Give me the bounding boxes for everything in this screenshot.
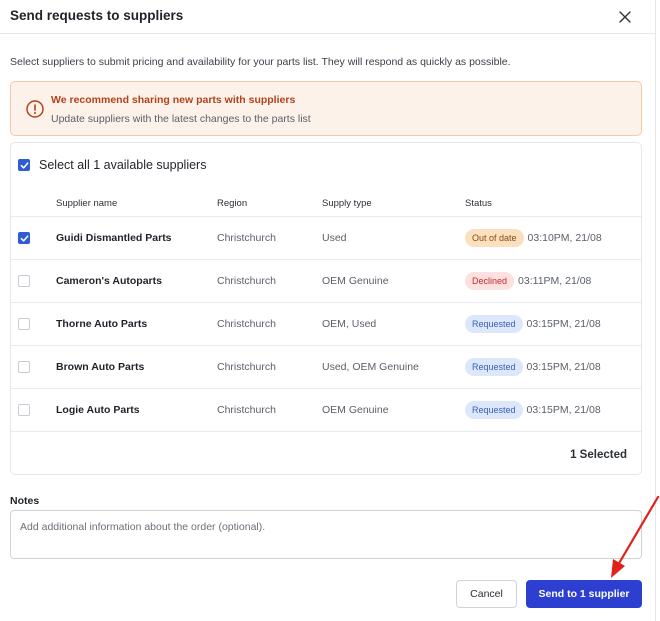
send-requests-modal: Send requests to suppliers Select suppli… (0, 0, 656, 621)
status-badge: Requested (465, 358, 523, 376)
supplier-supply-type: OEM Genuine (322, 275, 389, 287)
row-checkbox (18, 275, 30, 287)
modal-header: Send requests to suppliers (0, 0, 655, 34)
status-time: 03:10PM, 21/08 (527, 232, 602, 244)
status-time: 03:15PM, 21/08 (526, 318, 601, 330)
intro-text: Select suppliers to submit pricing and a… (10, 56, 511, 68)
supplier-status: Declined 03:11PM, 21/08 (465, 272, 591, 290)
row-checkbox (18, 361, 30, 373)
table-footer: 1 Selected (11, 431, 641, 474)
supplier-name: Logie Auto Parts (56, 404, 140, 416)
supplier-status: Requested 03:15PM, 21/08 (465, 401, 601, 419)
supplier-region: Christchurch (217, 275, 276, 287)
supplier-name: Guidi Dismantled Parts (56, 232, 172, 244)
row-checkbox[interactable] (18, 232, 30, 244)
status-time: 03:15PM, 21/08 (526, 404, 601, 416)
supplier-status: Out of date 03:10PM, 21/08 (465, 229, 602, 247)
supplier-region: Christchurch (217, 361, 276, 373)
close-icon[interactable] (615, 7, 635, 27)
supplier-status: Requested 03:15PM, 21/08 (465, 358, 601, 376)
selected-count: 1 Selected (570, 449, 627, 461)
supplier-supply-type: OEM, Used (322, 318, 377, 330)
status-badge: Requested (465, 401, 523, 419)
supplier-supply-type: OEM Genuine (322, 404, 389, 416)
supplier-supply-type: Used (322, 232, 347, 244)
notes-field[interactable] (10, 510, 642, 559)
table-row[interactable]: Guidi Dismantled Parts Christchurch Used… (11, 216, 641, 259)
select-all-checkbox[interactable] (18, 159, 30, 171)
supplier-status: Requested 03:15PM, 21/08 (465, 315, 601, 333)
status-time: 03:15PM, 21/08 (526, 361, 601, 373)
alert-text: Update suppliers with the latest changes… (51, 113, 311, 125)
alert-title: We recommend sharing new parts with supp… (51, 94, 296, 106)
notes-label: Notes (10, 495, 40, 507)
header-status: Status (465, 198, 492, 209)
row-checkbox (18, 404, 30, 416)
supplier-name: Brown Auto Parts (56, 361, 145, 373)
status-badge: Requested (465, 315, 523, 333)
header-region: Region (217, 198, 248, 209)
supplier-region: Christchurch (217, 318, 276, 330)
supplier-name: Cameron's Autoparts (56, 275, 162, 287)
status-badge: Out of date (465, 229, 524, 247)
status-badge: Declined (465, 272, 515, 290)
modal-title: Send requests to suppliers (10, 8, 184, 23)
info-circle-icon (25, 99, 45, 119)
recommendation-alert: We recommend sharing new parts with supp… (10, 81, 642, 136)
header-supplier-name: Supplier name (56, 198, 118, 209)
supplier-region: Christchurch (217, 232, 276, 244)
supplier-name: Thorne Auto Parts (56, 318, 148, 330)
table-row: Brown Auto Parts Christchurch Used, OEM … (11, 345, 641, 388)
status-time: 03:11PM, 21/08 (518, 275, 592, 287)
annotation-arrow-icon (611, 495, 660, 578)
cancel-button[interactable]: Cancel (456, 580, 517, 608)
table-row: Logie Auto Parts Christchurch OEM Genuin… (11, 388, 641, 431)
row-checkbox (18, 318, 30, 330)
supplier-supply-type: Used, OEM Genuine (322, 361, 419, 373)
select-all-label: Select all 1 available suppliers (39, 158, 207, 172)
supplier-region: Christchurch (217, 404, 276, 416)
table-row: Cameron's Autoparts Christchurch OEM Gen… (11, 259, 641, 302)
select-all[interactable]: Select all 1 available suppliers (18, 158, 206, 172)
suppliers-table: Select all 1 available suppliers Supplie… (10, 142, 642, 475)
table-row: Thorne Auto Parts Christchurch OEM, Used… (11, 302, 641, 345)
header-supply-type: Supply type (322, 198, 372, 209)
